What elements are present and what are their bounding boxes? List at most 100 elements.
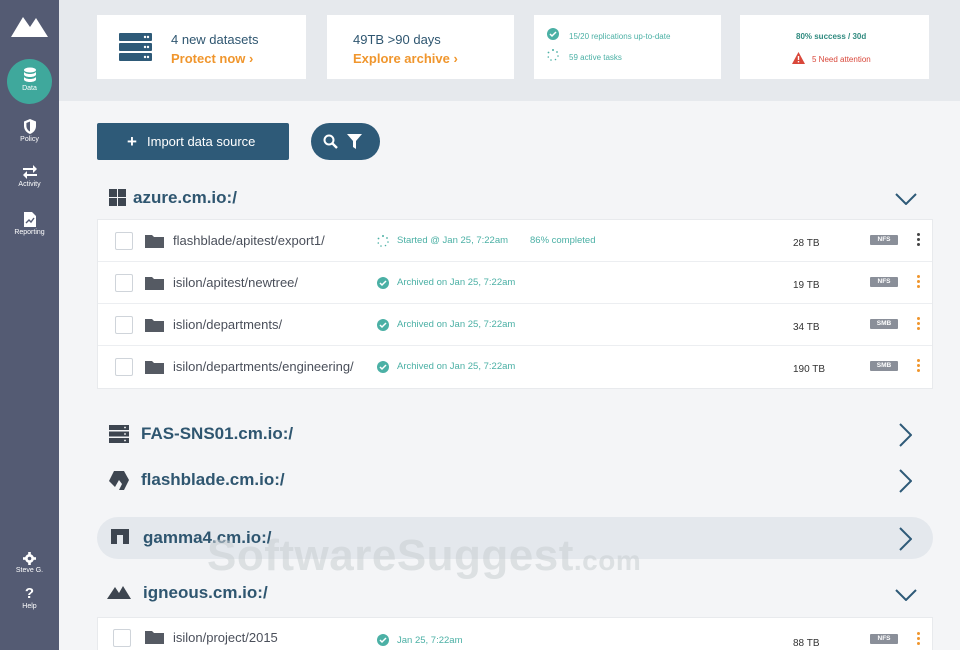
row-checkbox[interactable] [115,274,133,292]
check-circle-icon [377,319,389,331]
dataset-table-azure: flashblade/apitest/export1/ Started @ Ja… [97,219,933,389]
success-rate: 80% success / 30d [796,32,867,41]
mountain-logo-icon[interactable] [11,13,49,39]
dataset-status: Started @ Jan 25, 7:22am [397,235,509,246]
host-header-flashblade[interactable]: flashblade.cm.io:/ [109,466,929,494]
sidebar-item-label: Help [22,603,37,610]
windows-icon [109,189,126,206]
import-data-source-button[interactable]: + Import data source [97,123,289,160]
protocol-badge: SMB [870,361,898,371]
server-icon [109,425,129,443]
gateway-icon [111,529,129,544]
chevron-down-icon[interactable] [895,589,917,601]
protect-now-link[interactable]: Protect now › [171,51,253,66]
check-circle-icon [547,28,559,40]
host-name: igneous.cm.io:/ [143,583,268,602]
sidebar-item-label: Reporting [14,229,45,236]
shield-icon [23,119,36,134]
archive-card[interactable]: 49TB >90 days Explore archive › [327,15,514,79]
row-checkbox[interactable] [115,358,133,376]
summary-bar: 4 new datasets Protect now › 49TB >90 da… [59,0,960,101]
dataset-path[interactable]: flashblade/apitest/export1/ [173,233,325,248]
row-checkbox[interactable] [115,316,133,334]
dataset-path[interactable]: islion/departments/ [173,317,282,332]
spinner-icon [547,49,559,61]
folder-icon [145,277,164,290]
more-menu-icon[interactable] [916,317,922,332]
warning-icon [792,52,805,64]
host-header-azure[interactable]: azure.cm.io:/ [109,184,929,212]
sidebar-item-label: Activity [18,181,41,188]
watermark-text: SoftwareSuggest [207,531,574,580]
dataset-size: 19 TB [793,280,820,291]
sidebar-item-user[interactable]: Steve G. [0,552,59,574]
more-menu-icon[interactable] [916,233,922,248]
dataset-size: 190 TB [793,364,826,375]
table-row[interactable]: islion/departments/ Archived on Jan 25, … [98,304,932,346]
import-button-label: Import data source [147,134,256,149]
check-circle-icon [377,634,389,646]
sidebar-item-policy[interactable]: Policy [0,119,59,143]
chevron-right-icon[interactable] [899,469,912,493]
dataset-status: Jan 25, 7:22am [397,635,463,646]
user-name: Steve G. [15,567,44,574]
pure-storage-icon [109,471,129,490]
protocol-badge: SMB [870,319,898,329]
dataset-path[interactable]: isilon/departments/engineering/ [173,359,354,374]
dataset-status: Archived on Jan 25, 7:22am [397,319,516,330]
plus-icon: + [127,132,137,151]
report-icon [23,212,36,227]
more-menu-icon[interactable] [916,275,922,290]
success-card[interactable]: 80% success / 30d 5 Need attention [740,15,929,79]
folder-icon [145,361,164,374]
chevron-right-icon[interactable] [899,423,912,447]
host-header-igneous[interactable]: igneous.cm.io:/ [107,579,929,607]
dataset-path[interactable]: isilon/apitest/newtree/ [173,275,298,290]
dataset-path[interactable]: isilon/project/2015 [173,630,278,645]
more-menu-icon[interactable] [916,632,922,647]
explore-archive-link[interactable]: Explore archive › [353,51,458,66]
database-icon [23,67,36,82]
datasets-title: 4 new datasets [171,32,259,47]
search-icon[interactable] [323,134,338,149]
sidebar-item-activity[interactable]: Activity [0,165,59,188]
dataset-size: 28 TB [793,238,820,249]
host-header-fas[interactable]: FAS-SNS01.cm.io:/ [109,420,929,448]
dataset-status: Archived on Jan 25, 7:22am [397,361,516,372]
chevron-down-icon[interactable] [895,193,917,205]
dataset-size: 88 TB [793,638,820,649]
chevron-right-icon[interactable] [899,527,912,551]
replication-card[interactable]: 15/20 replications up-to-date 59 active … [534,15,721,79]
more-menu-icon[interactable] [916,359,922,374]
spinner-icon [377,235,389,247]
host-name: azure.cm.io:/ [133,188,237,207]
row-checkbox[interactable] [113,629,131,647]
watermark-suffix: .com [573,545,642,576]
sidebar: Data Policy Activity Reporting Steve G. [0,0,59,650]
replications-status: 15/20 replications up-to-date [569,32,671,41]
gear-icon [23,552,36,565]
host-name: FAS-SNS01.cm.io:/ [141,424,294,443]
main-content: + Import data source azure.cm.io:/ flash… [59,101,960,650]
server-stack-icon [119,33,152,61]
search-filter-group [311,123,380,160]
progress-text: 86% completed [530,235,596,246]
sidebar-item-reporting[interactable]: Reporting [0,212,59,236]
archive-title: 49TB >90 days [353,32,441,47]
protocol-badge: NFS [870,634,898,644]
row-checkbox[interactable] [115,232,133,250]
check-circle-icon [377,361,389,373]
protocol-badge: NFS [870,235,898,245]
table-row[interactable]: flashblade/apitest/export1/ Started @ Ja… [98,220,932,262]
table-row[interactable]: isilon/project/2015 Jan 25, 7:22am 88 TB… [98,618,932,650]
new-datasets-card[interactable]: 4 new datasets Protect now › [97,15,306,79]
filter-icon[interactable] [347,134,362,149]
active-tasks: 59 active tasks [569,53,622,62]
need-attention[interactable]: 5 Need attention [812,55,871,64]
watermark: SoftwareSuggest.com [207,531,641,581]
table-row[interactable]: isilon/apitest/newtree/ Archived on Jan … [98,262,932,304]
sidebar-item-help[interactable]: ? Help [0,586,59,610]
folder-icon [145,319,164,332]
table-row[interactable]: isilon/departments/engineering/ Archived… [98,346,932,388]
sidebar-item-data[interactable]: Data [7,59,52,104]
